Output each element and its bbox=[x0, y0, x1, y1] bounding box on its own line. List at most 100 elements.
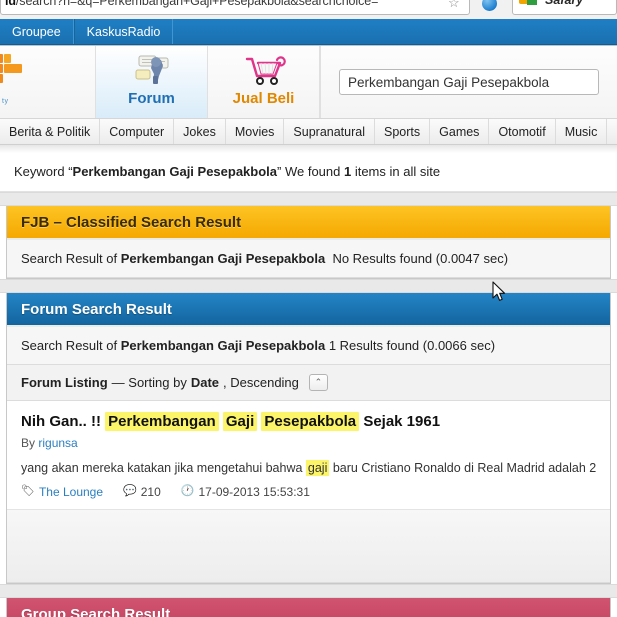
category-label: Music bbox=[564, 124, 598, 139]
result-title-highlight-3: Pesepakbola bbox=[261, 412, 360, 431]
forum-listing-sortbar: Forum Listing — Sorting by Date, Descend… bbox=[7, 365, 610, 401]
page-body: ty Forum Jual Beli Perkembangan Gaji Pes… bbox=[0, 46, 617, 617]
fjb-summary-keyword: Perkembangan Gaji Pesepakbola bbox=[120, 251, 326, 266]
category-label: Jokes bbox=[183, 124, 216, 139]
category-item-games[interactable]: Games bbox=[430, 119, 490, 144]
top-nav-spacer bbox=[173, 19, 617, 44]
sort-direction-toggle-icon[interactable]: ⌃ bbox=[308, 374, 328, 391]
category-label: Berita & Politik bbox=[9, 124, 91, 139]
forum-name-group[interactable]: 🏷 The Lounge bbox=[21, 485, 103, 499]
category-item-computer[interactable]: Computer bbox=[100, 119, 175, 144]
clock-icon: 🕐 bbox=[180, 485, 195, 498]
globe-icon[interactable] bbox=[482, 0, 497, 11]
section-gap-band-2 bbox=[0, 279, 617, 293]
search-area bbox=[320, 46, 617, 118]
category-item-music[interactable]: Music bbox=[556, 119, 608, 144]
masthead-tab-jualbeli[interactable]: Jual Beli bbox=[208, 46, 320, 118]
category-item-regional[interactable]: Regional bbox=[607, 119, 617, 144]
result-author-link[interactable]: rigunsa bbox=[38, 436, 77, 450]
comment-icon: 💬 bbox=[123, 485, 137, 498]
sort-toggle-glyph: ⌃ bbox=[314, 377, 323, 387]
category-label: Computer bbox=[109, 124, 165, 139]
star-icon[interactable]: ☆ bbox=[448, 0, 464, 11]
extension-orange-square-icon bbox=[519, 0, 527, 4]
top-nav-item-groupee[interactable]: Groupee bbox=[0, 19, 74, 44]
keyword-term: Perkembangan Gaji Pesepakbola bbox=[72, 164, 278, 179]
forum-result-title[interactable]: Nih Gan.. !! Perkembangan Gaji Pesepakbo… bbox=[21, 412, 596, 432]
extension-button[interactable]: Safary bbox=[512, 0, 617, 15]
top-nav-item-kaskusradio[interactable]: KaskusRadio bbox=[73, 19, 174, 44]
masthead-tab-label: Forum bbox=[128, 90, 175, 107]
forum-panel-title: Forum Search Result bbox=[21, 300, 172, 318]
url-text: id/search?n=&q=Perkembangan+Gaji+Pesepak… bbox=[5, 0, 378, 8]
group-search-panel: Group Search Result bbox=[6, 597, 611, 617]
category-label: Otomotif bbox=[498, 124, 546, 139]
category-label: Sports bbox=[384, 124, 421, 139]
forum-panel-empty-area bbox=[7, 509, 610, 583]
forum-name-link[interactable]: The Lounge bbox=[39, 485, 103, 499]
forum-panel-header: Forum Search Result bbox=[7, 293, 610, 327]
group-panel-header: Group Search Result bbox=[7, 597, 610, 617]
url-bar[interactable]: id/search?n=&q=Perkembangan+Gaji+Pesepak… bbox=[0, 0, 470, 15]
top-nav-label: KaskusRadio bbox=[86, 24, 161, 39]
keyword-prefix: Keyword “ bbox=[14, 164, 73, 179]
forum-result-author-line: By rigunsa bbox=[21, 436, 596, 450]
result-title-part1: Nih Gan.. !! bbox=[21, 413, 101, 430]
screenshot-root: id/search?n=&q=Perkembangan+Gaji+Pesepak… bbox=[0, 0, 617, 617]
keyword-suffix: items in all site bbox=[351, 164, 441, 179]
forum-listing-label: Forum Listing bbox=[21, 375, 108, 390]
result-title-highlight-2: Gaji bbox=[222, 412, 258, 431]
url-domain: id bbox=[5, 0, 16, 8]
shopping-cart-icon bbox=[241, 53, 287, 89]
category-label: Games bbox=[439, 124, 480, 139]
category-item-jokes[interactable]: Jokes bbox=[174, 119, 226, 144]
fjb-panel-header: FJB – Classified Search Result bbox=[7, 206, 610, 240]
snippet-pre: yang akan mereka katakan jika mengetahui… bbox=[21, 460, 306, 475]
forum-listing-dash: — Sorting by bbox=[111, 375, 187, 390]
keyword-summary-line: Keyword “Perkembangan Gaji Pesepakbola” … bbox=[0, 153, 617, 192]
section-gap-band bbox=[0, 192, 617, 206]
content-top-shadow bbox=[0, 145, 617, 153]
masthead-tab-forum[interactable]: Forum bbox=[96, 46, 208, 118]
forum-icon bbox=[129, 53, 175, 89]
extension-label: Safary bbox=[545, 0, 584, 7]
category-item-supranatural[interactable]: Supranatural bbox=[284, 119, 375, 144]
category-item-sports[interactable]: Sports bbox=[375, 119, 431, 144]
forum-summary-keyword: Perkembangan Gaji Pesepakbola bbox=[120, 338, 326, 353]
url-path: /search?n=&q=Perkembangan+Gaji+Pesepakbo… bbox=[15, 0, 379, 8]
site-masthead: ty Forum Jual Beli Perkembangan Gaji Pes… bbox=[0, 46, 617, 119]
comment-count-group: 💬 210 bbox=[123, 485, 161, 499]
category-navigation-bar: Berita & Politik Computer Jokes Movies S… bbox=[0, 119, 617, 145]
forum-result-snippet: yang akan mereka katakan jika mengetahui… bbox=[21, 459, 597, 477]
timestamp-group: 🕐 17-09-2013 15:53:31 bbox=[181, 485, 310, 499]
fjb-summary-suffix: No Results found (0.0047 sec) bbox=[332, 251, 509, 266]
search-input[interactable] bbox=[339, 69, 599, 95]
fjb-search-panel: FJB – Classified Search Result Search Re… bbox=[6, 206, 611, 279]
forum-result-metadata: 🏷 The Lounge 💬 210 🕐 17-09-2013 15:53:31 bbox=[21, 485, 596, 499]
group-panel-title: Group Search Result bbox=[21, 606, 171, 617]
tag-icon: 🏷 bbox=[21, 485, 35, 498]
top-nav-label: Groupee bbox=[12, 24, 61, 39]
masthead-tab-label: Jual Beli bbox=[232, 90, 295, 107]
result-title-part2: Sejak 1961 bbox=[363, 413, 441, 430]
result-timestamp: 17-09-2013 15:53:31 bbox=[198, 484, 310, 499]
forum-sort-direction: , Descending bbox=[223, 375, 299, 390]
keyword-middle: ” We found bbox=[277, 164, 344, 179]
snippet-post: baru Cristiano Ronaldo di Real Madrid ad… bbox=[329, 460, 597, 475]
forum-search-panel: Forum Search Result Search Result of Per… bbox=[6, 293, 611, 584]
forum-summary-prefix: Search Result of bbox=[21, 338, 121, 353]
category-item-otomotif[interactable]: Otomotif bbox=[489, 119, 556, 144]
comment-count: 210 bbox=[140, 484, 161, 499]
section-gap-band-3 bbox=[0, 583, 617, 598]
logo-subtext: ty bbox=[2, 98, 9, 105]
extension-green-square-icon bbox=[527, 0, 537, 5]
category-item-movies[interactable]: Movies bbox=[226, 119, 285, 144]
category-label: Supranatural bbox=[293, 124, 365, 139]
forum-sort-field: Date bbox=[190, 375, 220, 390]
forum-result-row: Nih Gan.. !! Perkembangan Gaji Pesepakbo… bbox=[7, 401, 610, 510]
top-navigation-bar: Groupee KaskusRadio bbox=[0, 19, 617, 45]
snippet-highlight: gaji bbox=[305, 459, 330, 476]
category-item-berita-politik[interactable]: Berita & Politik bbox=[0, 119, 101, 144]
site-logo[interactable]: ty bbox=[0, 46, 96, 118]
browser-chrome-strip: id/search?n=&q=Perkembangan+Gaji+Pesepak… bbox=[0, 0, 617, 20]
